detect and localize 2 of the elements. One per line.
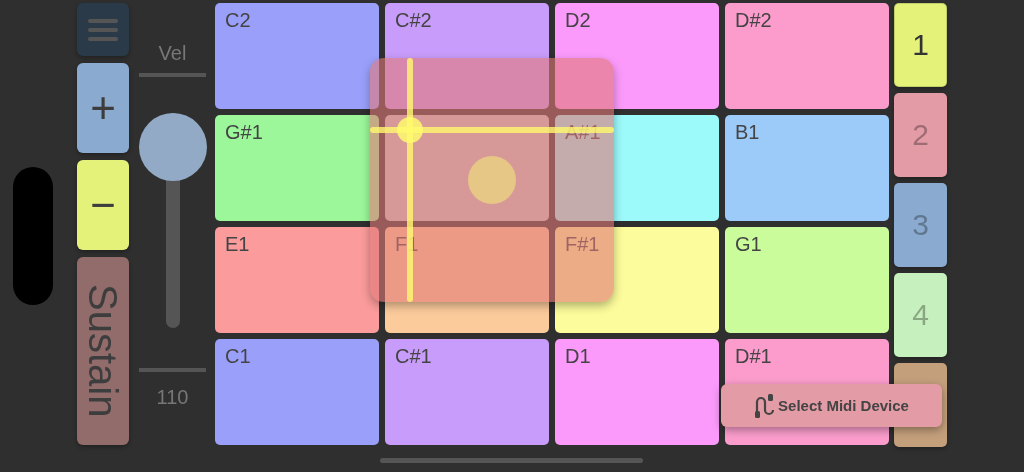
velocity-value: 110 xyxy=(156,386,189,409)
velocity-label: Vel xyxy=(158,41,187,65)
